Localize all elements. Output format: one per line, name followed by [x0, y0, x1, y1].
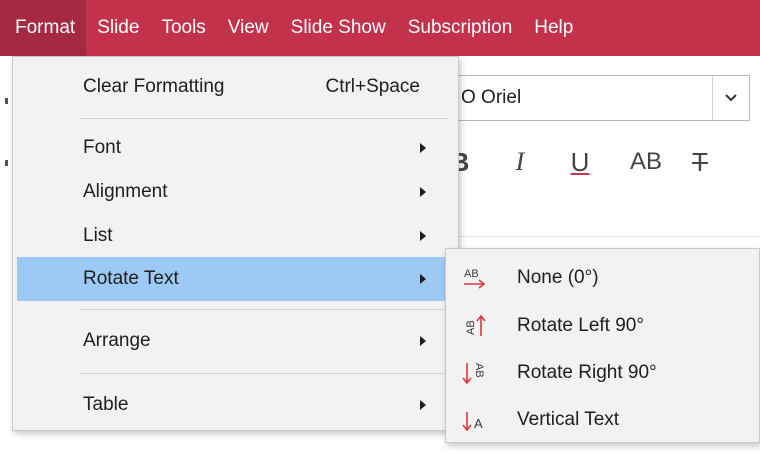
- menu-separator: [79, 118, 449, 119]
- submenu-item-label: None (0°): [517, 267, 599, 288]
- menu-view[interactable]: View: [217, 0, 280, 56]
- menu-item-label: List: [83, 225, 113, 246]
- submenu-item-vertical-text[interactable]: A Vertical Text: [446, 397, 759, 443]
- toolbar-divider: [440, 236, 760, 237]
- svg-text:AB: AB: [473, 363, 485, 378]
- submenu-item-rotate-right[interactable]: AB Rotate Right 90°: [446, 350, 759, 396]
- menu-slide[interactable]: Slide: [86, 0, 150, 56]
- submenu-arrow-icon: [420, 336, 426, 346]
- all-caps-button[interactable]: AB: [622, 140, 670, 184]
- menu-item-rotate-text[interactable]: Rotate Text: [17, 257, 454, 301]
- chevron-down-icon[interactable]: [712, 76, 749, 120]
- shortcut-label: Ctrl+Space: [325, 76, 420, 97]
- ruler-tick: [5, 160, 8, 166]
- submenu-arrow-icon: [420, 400, 426, 410]
- menu-separator: [79, 373, 449, 374]
- italic-button[interactable]: I: [500, 140, 540, 184]
- menu-slide-show[interactable]: Slide Show: [280, 0, 397, 56]
- submenu-item-label: Rotate Left 90°: [517, 315, 644, 336]
- font-name-value: O Oriel: [461, 87, 522, 108]
- menu-item-label: Font: [83, 137, 122, 158]
- menu-item-label: Table: [83, 394, 129, 415]
- font-name-select[interactable]: O Oriel: [440, 75, 750, 121]
- submenu-arrow-icon: [420, 274, 426, 284]
- menu-item-table[interactable]: Table: [17, 383, 454, 427]
- submenu-arrow-icon: [420, 231, 426, 241]
- menu-bar: Format Slide Tools View Slide Show Subsc…: [0, 0, 760, 56]
- rotate-none-icon: AB: [460, 263, 490, 293]
- rotate-text-submenu: AB None (0°) AB Rotate Left 90° AB Rotat…: [445, 248, 760, 443]
- ruler-tick: [5, 98, 8, 104]
- format-menu: Clear Formatting Ctrl+Space Font Alignme…: [12, 56, 459, 431]
- menu-help[interactable]: Help: [523, 0, 584, 56]
- menu-item-label: Clear Formatting: [83, 76, 225, 97]
- menu-item-font[interactable]: Font: [17, 126, 454, 170]
- menu-subscription[interactable]: Subscription: [397, 0, 524, 56]
- menu-tools[interactable]: Tools: [150, 0, 216, 56]
- submenu-item-label: Rotate Right 90°: [517, 362, 657, 383]
- strikethrough-button[interactable]: T: [680, 140, 720, 184]
- menu-format[interactable]: Format: [0, 0, 87, 56]
- svg-text:A: A: [474, 416, 483, 431]
- rotate-right-icon: AB: [460, 358, 490, 388]
- submenu-item-label: Vertical Text: [517, 409, 620, 430]
- menu-item-list[interactable]: List: [17, 214, 454, 258]
- menu-item-label: Rotate Text: [83, 268, 179, 289]
- underline-button[interactable]: U: [560, 140, 600, 184]
- submenu-arrow-icon: [420, 187, 426, 197]
- menu-item-label: Arrange: [83, 330, 151, 351]
- submenu-item-none[interactable]: AB None (0°): [446, 255, 759, 301]
- menu-item-arrange[interactable]: Arrange: [17, 319, 454, 363]
- menu-item-clear-formatting[interactable]: Clear Formatting Ctrl+Space: [17, 65, 454, 109]
- submenu-item-rotate-left[interactable]: AB Rotate Left 90°: [446, 303, 759, 349]
- rotate-left-icon: AB: [460, 311, 490, 341]
- menu-item-alignment[interactable]: Alignment: [17, 170, 454, 214]
- svg-text:AB: AB: [465, 320, 477, 335]
- menu-item-label: Alignment: [83, 181, 168, 202]
- svg-text:AB: AB: [464, 268, 479, 280]
- menu-separator: [79, 309, 449, 310]
- submenu-arrow-icon: [420, 143, 426, 153]
- vertical-text-icon: A: [460, 405, 490, 435]
